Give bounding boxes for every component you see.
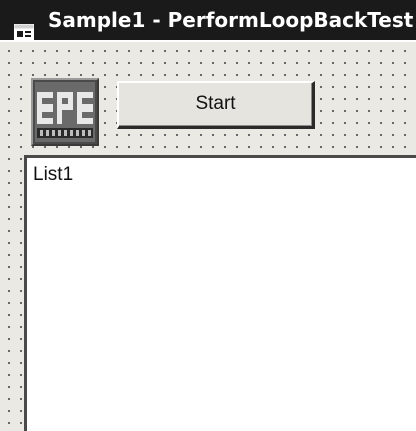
title-bar[interactable]: Sample1 - PerformLoopBackTest	[0, 0, 416, 40]
list-box-label: List1	[33, 164, 74, 185]
list-box[interactable]: List1	[24, 155, 416, 431]
start-button[interactable]: Start	[117, 81, 315, 129]
app-window: Sample1 - PerformLoopBackTest Start List…	[0, 0, 416, 431]
window-title: Sample1 - PerformLoopBackTest	[48, 8, 414, 32]
epe-logo	[31, 78, 99, 146]
form-icon[interactable]	[14, 13, 34, 40]
form-design-surface: Start List1	[0, 40, 416, 431]
